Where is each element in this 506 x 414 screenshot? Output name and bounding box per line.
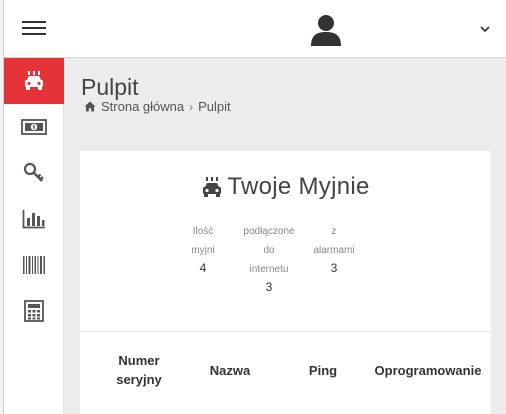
sidebar-item-calculator[interactable] [4,288,64,334]
stat-label-line: alarmami [313,245,355,256]
sidebar-item-money[interactable] [4,104,64,150]
card-header: Twoje Myjnie [80,173,491,201]
stat-car-wash-count: Ilość myjni 4 [167,222,239,276]
sidebar-item-key[interactable] [4,150,64,196]
key-icon [23,162,44,182]
stat-label-line: do [263,245,275,256]
stat-label-line: Ilość [192,226,214,237]
main-content: Pulpit Strona główna › Pulpit Twoje Myjn… [64,58,506,414]
breadcrumb-separator: › [189,99,194,114]
stat-label-line: z [331,226,337,237]
sidebar-item-barcode[interactable] [4,242,64,288]
column-header-name[interactable]: Nazwa [190,361,270,380]
stat-label-line: podłączone [243,226,295,237]
column-header-line: Ping [308,363,338,378]
user-icon[interactable] [308,12,344,48]
bar-chart-icon [22,210,45,229]
column-header-line: Oprogramowanie [374,363,482,378]
barcode-icon [23,256,45,274]
stat-label-line: myjni [191,245,215,256]
chevron-down-icon[interactable] [478,22,492,36]
stat-value: 3 [265,280,273,294]
stat-value: 3 [330,261,338,275]
column-header-line: seryjny [116,372,162,387]
stat-with-alarms: z alarmami 3 [298,222,370,276]
money-icon [21,119,47,135]
column-header-line: Nazwa [209,363,251,378]
breadcrumb: Strona główna › Pulpit [84,99,231,114]
divider [80,331,491,332]
calculator-icon [24,300,44,322]
stat-value: 4 [199,261,207,275]
stat-connected: podłączone do internetu 3 [233,222,305,295]
card-title: Twoje Myjnie [227,173,370,200]
column-header-ping[interactable]: Ping [288,361,358,380]
stat-label-line: internetu [249,264,289,275]
sidebar-item-statistics[interactable] [4,196,64,242]
top-bar [0,0,506,58]
sidebar-item-car-wash[interactable] [4,58,64,104]
sidebar [4,58,64,414]
car-wash-icon [25,71,43,90]
column-header-line: Numer [118,353,160,368]
breadcrumb-current: Pulpit [198,99,231,114]
breadcrumb-home-link[interactable]: Strona główna [101,99,184,114]
page-title: Pulpit [81,74,139,100]
car-washes-card: Twoje Myjnie Ilość myjni 4 podłączone do… [80,151,491,414]
home-icon [84,101,96,112]
hamburger-icon[interactable] [22,19,46,37]
column-header-serial-number[interactable]: Numer seryjny [100,351,178,389]
column-header-software[interactable]: Oprogramowanie [368,361,488,380]
car-wash-icon [203,177,222,197]
